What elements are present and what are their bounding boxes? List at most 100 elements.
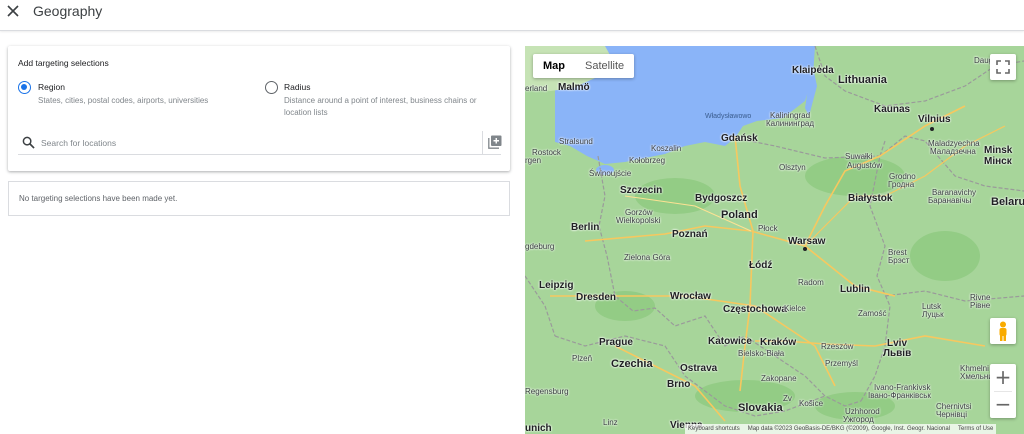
map-label-zv: Zv [783,394,792,403]
map-label-malmo: Malmö [558,82,590,93]
radius-radio[interactable] [265,81,278,94]
map-label-kaunas: Kaunas [874,104,911,115]
map-label-plock: Płock [758,224,778,233]
zoom-control: + − [990,364,1016,418]
map-label-brest-cyr: Брэст [888,256,910,265]
map-label-poznan: Poznań [672,229,708,240]
map-label-klaipeda: Klaipėda [792,65,834,76]
map-label-uzhhorod-cyr: Ужгород [843,415,874,424]
map-label-zielona: Zielona Góra [624,253,671,262]
map-type-toggle: Map Satellite [533,54,635,78]
selections-panel: No targeting selections have been made y… [8,181,510,216]
map-label-magdeburg: gdeburg [525,242,555,251]
map-label-lutsk-cyr: Луцьк [922,310,944,319]
map-label-gorzow2: Wielkopolski [616,216,661,225]
map-label-berlin: Berlin [571,222,600,233]
map-label-dresden: Dresden [576,292,617,303]
map-label-czechia: Czechia [611,358,653,370]
map-label-minsk: Minsk [984,145,1013,156]
map[interactable]: Lithuania Poland Czechia Slovakia Belaru… [525,46,1024,434]
map-label-rgen: rgen [525,156,542,165]
street-view-pegman[interactable] [990,318,1016,344]
map-label-ostrava: Ostrava [680,363,718,374]
map-label-katowice: Katowice [708,336,752,347]
map-label-pilsen: Plzeň [572,354,593,363]
map-label-chernivtsi-cyr: Чернівці [936,410,968,419]
terms-of-use-link[interactable]: Terms of Use [958,424,993,434]
keyboard-shortcuts-link[interactable]: Keyboard shortcuts [688,424,740,434]
radius-label[interactable]: Radius [284,82,310,92]
map-label-rzeszow: Rzeszów [821,342,854,351]
map-label-stralsund: Stralsund [559,137,593,146]
map-dot-warsaw [803,247,807,251]
map-label-gdansk: Gdańsk [721,133,758,144]
map-label-kielce: Kielce [784,304,806,313]
map-label-brno: Brno [667,379,691,390]
map-label-kosice: Košice [799,399,824,408]
card-heading: Add targeting selections [18,58,109,68]
page-title: Geography [33,3,103,19]
map-label-grodno-cyr: Гродна [888,180,915,189]
location-search-input[interactable] [41,134,461,152]
map-label-szczecin: Szczecin [620,185,663,196]
map-label-slovakia: Slovakia [738,402,783,414]
region-description: States, cities, postal codes, airports, … [38,96,209,105]
region-radio[interactable] [18,81,31,94]
map-label-minsk-cyr: Мінск [984,156,1012,167]
region-label[interactable]: Region [38,82,65,92]
zoom-in-button[interactable]: + [990,364,1016,391]
map-label-erland: erland [525,84,548,93]
add-multiple-icon[interactable] [488,135,502,149]
map-label-belarus: Belaru [991,196,1024,208]
map-label-lublin: Lublin [840,284,870,295]
map-label-wroclaw: Wrocław [670,291,711,302]
map-label-bielsko: Bielsko-Biała [738,349,785,358]
fullscreen-icon [996,60,1010,74]
map-type-map-button[interactable]: Map [533,54,575,78]
map-label-kaliningrad-cyr: Калининград [766,119,815,128]
map-label-krakow: Kraków [760,337,797,348]
top-bar: Geography [0,0,1024,31]
location-search-row [18,131,502,155]
pegman-icon [999,321,1007,341]
map-label-kolobrzeg: Kołobrzeg [629,156,666,165]
map-label-baranavichy-cyr: Баранавічы [928,196,972,205]
map-data-credit: Map data ©2023 GeoBasis-DE/BKG (©2009), … [747,426,950,432]
map-label-warsaw: Warsaw [788,236,826,247]
map-label-linz: Linz [603,418,618,427]
map-label-leipzig: Leipzig [539,280,574,291]
targeting-card: Add targeting selections Region States, … [8,46,510,171]
empty-message: No targeting selections have been made y… [19,194,178,203]
map-label-vilnius: Vilnius [918,114,951,125]
map-label-swinoujscie: Świnoujście [589,169,632,178]
radius-description: Distance around a point of interest, bus… [284,96,477,117]
map-label-munich: unich [525,423,552,434]
map-label-czestochowa: Częstochowa [723,304,787,315]
zoom-out-button[interactable]: − [990,391,1016,418]
map-label-bydgoszcz: Bydgoszcz [695,193,748,204]
map-label-rivne-cyr: Рівне [970,301,991,310]
map-label-zakopane: Zakopane [761,374,797,383]
map-label-suwalki: Suwałki [845,152,873,161]
close-icon[interactable] [5,3,21,19]
map-label-poland: Poland [721,209,758,221]
map-label-lithuania: Lithuania [838,74,887,86]
map-attribution: Keyboard shortcuts Map data ©2023 GeoBas… [685,424,997,434]
map-label-maladzyechna-cyr: Маладзечна [930,147,976,156]
map-label-regensburg: Regensburg [525,387,569,396]
map-label-przemysl: Przemyśl [825,359,858,368]
map-type-satellite-button[interactable]: Satellite [575,54,634,78]
map-label-koszalin: Koszalin [651,144,682,153]
map-label-ivano-cyr: Івано-Франківськ [868,391,931,400]
map-label-olsztyn: Olsztyn [779,163,806,172]
map-label-zamosc: Zamość [858,309,887,318]
map-label-bialystok: Białystok [848,193,893,204]
search-icon [22,136,35,149]
map-label-lviv-cyr: Львів [883,348,912,359]
map-label-radom: Radom [798,278,824,287]
map-label-wladyslawowo: Władysławowo [705,113,752,120]
map-label-prague: Prague [599,337,633,348]
fullscreen-button[interactable] [990,54,1016,80]
map-dot-vilnius [930,127,934,131]
divider [482,131,483,155]
